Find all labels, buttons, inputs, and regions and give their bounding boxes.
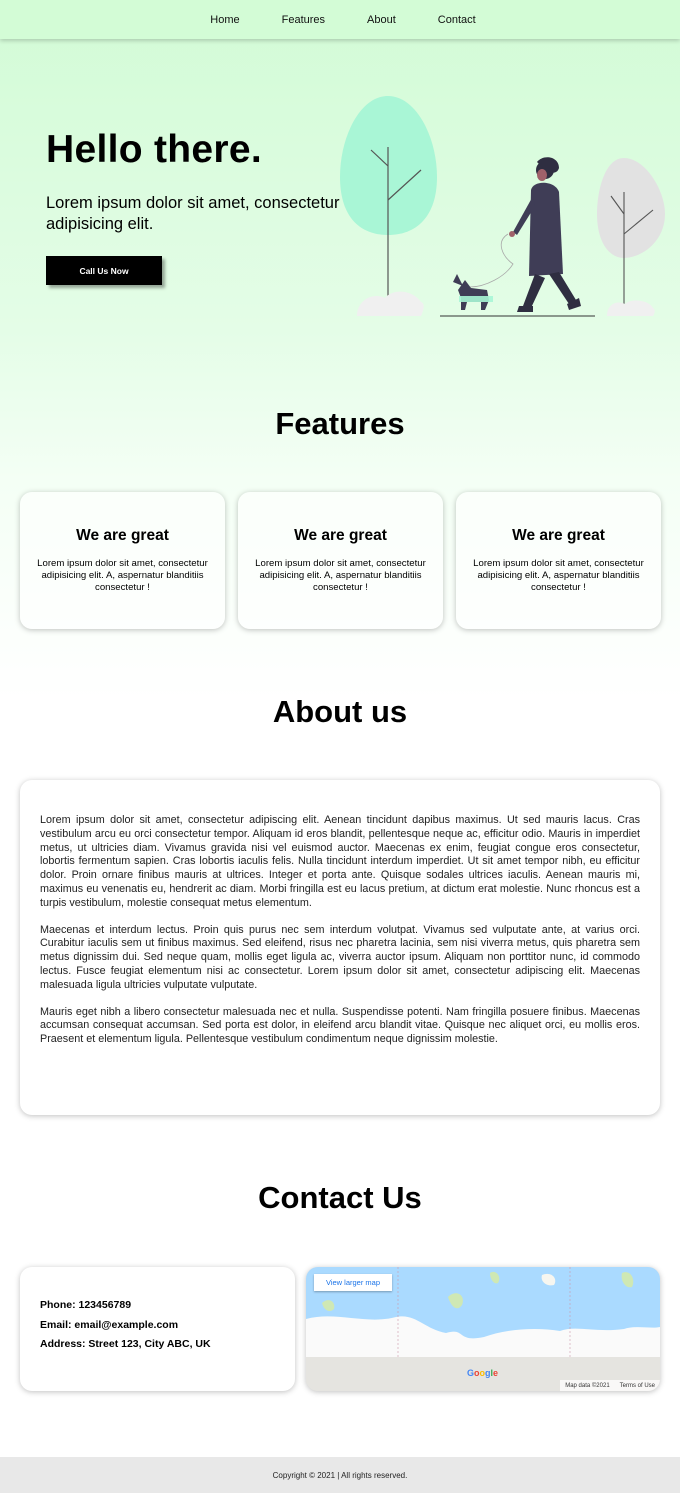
about-paragraph: Maecenas et interdum lectus. Proin quis … (40, 923, 640, 991)
feature-card: We are great Lorem ipsum dolor sit amet,… (456, 492, 661, 629)
feature-card: We are great Lorem ipsum dolor sit amet,… (238, 492, 443, 629)
about-card: Lorem ipsum dolor sit amet, consectetur … (20, 780, 660, 1115)
hero-subtitle: Lorem ipsum dolor sit amet, consectetur … (46, 194, 340, 233)
footer: Copyright © 2021 | All rights reserved. (0, 1457, 680, 1493)
map-attribution: Map data ©2021 Terms of Use (560, 1380, 660, 1391)
view-larger-map-link[interactable]: View larger map (314, 1274, 392, 1291)
nav-home-link[interactable]: Home (189, 14, 260, 26)
map-terms-link[interactable]: Terms of Use (620, 1383, 655, 1389)
feature-card-heading: We are great (294, 527, 387, 544)
embedded-map[interactable]: View larger map Google Map data ©2021 Te… (306, 1267, 660, 1391)
about-title: About us (272, 694, 408, 729)
hero-illustration (340, 96, 665, 317)
feature-card: We are great Lorem ipsum dolor sit amet,… (20, 492, 225, 629)
feature-card-text: Lorem ipsum dolor sit amet, consectetur … (37, 558, 208, 593)
feature-card-heading: We are great (512, 527, 605, 544)
nav-features-link[interactable]: Features (261, 14, 346, 26)
google-logo-text: Google (467, 1368, 499, 1378)
about-paragraph: Mauris eget nibh a libero consectetur ma… (40, 1005, 640, 1046)
nav-contact-link[interactable]: Contact (417, 14, 497, 26)
about-paragraph: Lorem ipsum dolor sit amet, consectetur … (40, 814, 640, 909)
google-logo: Google (467, 1368, 498, 1378)
feature-card-text: Lorem ipsum dolor sit amet, consectetur … (473, 558, 644, 593)
contact-email: Email: email@example.com (40, 1318, 179, 1331)
nav-about-link[interactable]: About (346, 14, 417, 26)
feature-card-text: Lorem ipsum dolor sit amet, consectetur … (255, 558, 426, 593)
feature-card-heading: We are great (76, 527, 169, 544)
contact-phone: Phone: 123456789 (40, 1299, 132, 1311)
contact-address: Address: Street 123, City ABC, UK (40, 1338, 211, 1350)
contact-title: Contact Us (258, 1180, 422, 1215)
copyright-text: Copyright © 2021 | All rights reserved. (272, 1470, 408, 1480)
map-data-label: Map data ©2021 (565, 1382, 610, 1389)
hero-title: Hello there. (46, 128, 262, 171)
contact-info-card: Phone: 123456789 Email: email@example.co… (20, 1267, 295, 1391)
call-us-button[interactable]: Call Us Now (46, 256, 162, 285)
features-title: Features (275, 406, 405, 441)
top-nav: Home Features About Contact (0, 0, 680, 39)
